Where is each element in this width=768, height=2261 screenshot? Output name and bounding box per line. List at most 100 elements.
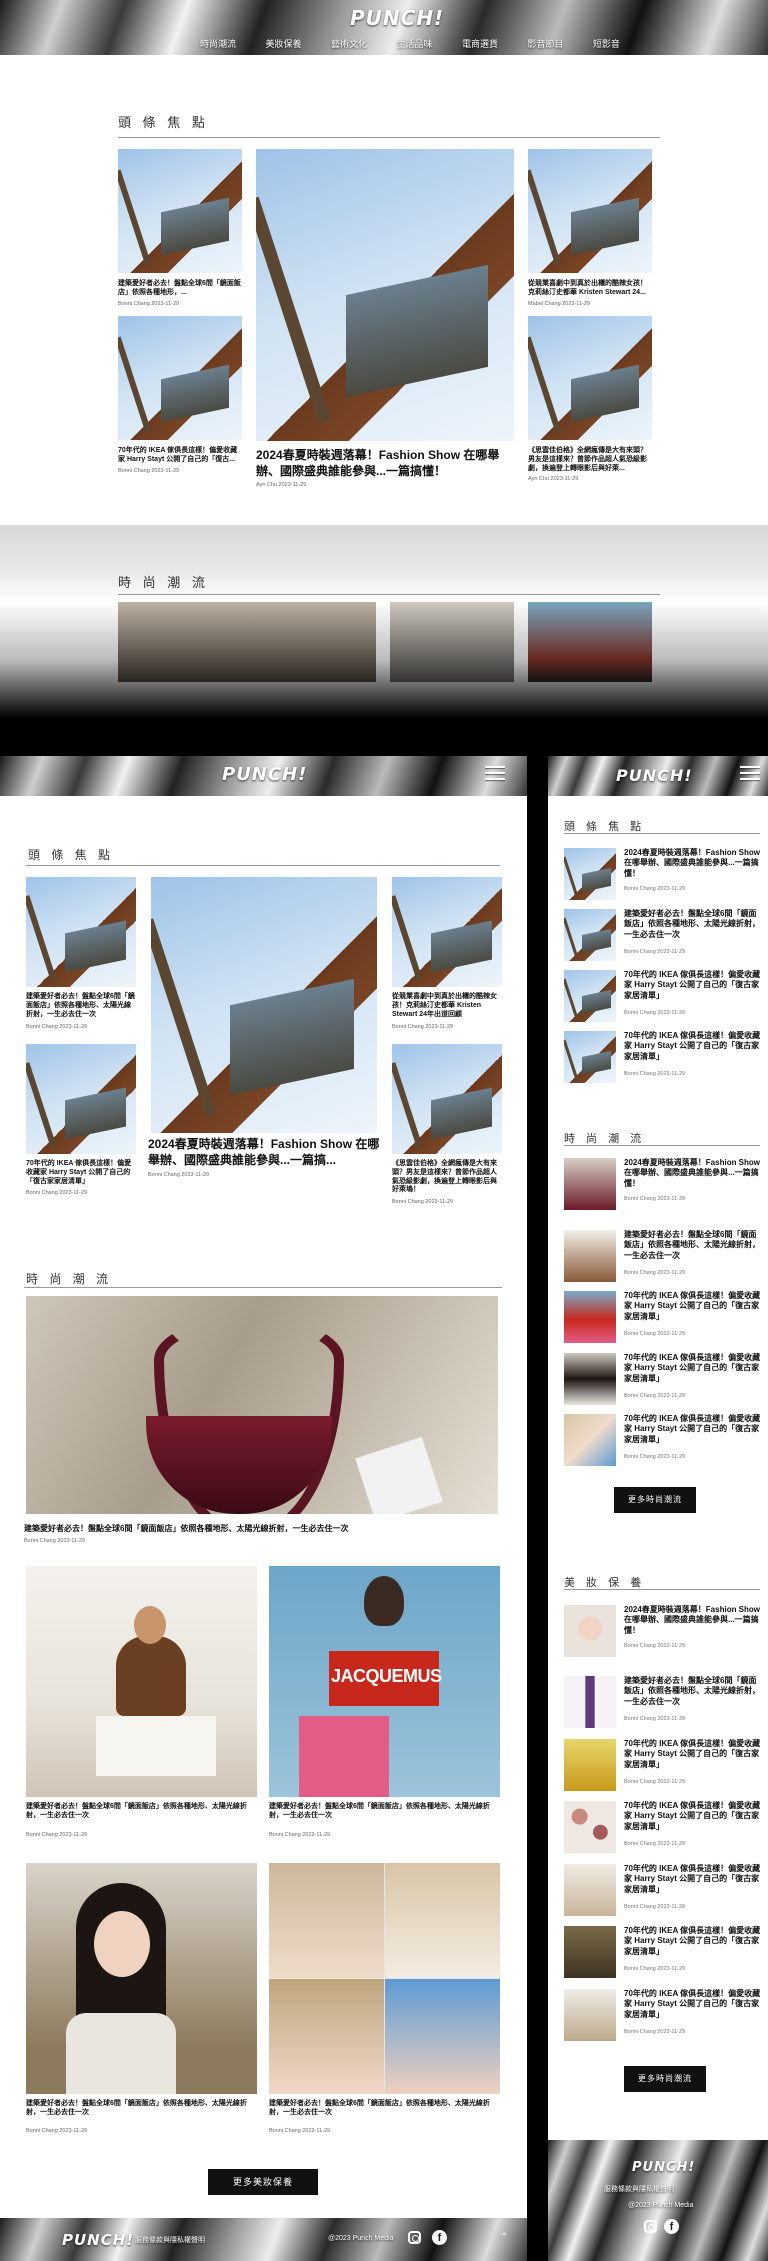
article-title[interactable]: 70年代的 IKEA 傢俱長這樣！偏愛收藏家 Harry Stayt 公開了自己… <box>26 1160 136 1186</box>
box-shape <box>355 1436 443 1514</box>
article-title[interactable]: 建築愛好者必去！盤點全球6間「鏡面飯店」依照各種地形、太陽光線折射，一生必去住一… <box>269 2100 500 2118</box>
article-title[interactable]: 70年代的 IKEA 傢俱長這樣！偏愛收藏家 Harry Stayt 公開了自己… <box>624 1926 762 1957</box>
footer-logo[interactable]: PUNCH! <box>632 2160 695 2175</box>
more-beauty-button[interactable]: 更多美妝保養 <box>208 2169 318 2195</box>
thumb-image[interactable] <box>564 970 616 1022</box>
article-image[interactable] <box>26 1566 257 1797</box>
article-title[interactable]: 從競業喜劇中到真於出櫃的酷辣女孩！克莉絲汀史都華 Kristen Stewart… <box>392 993 502 1019</box>
nav-item[interactable]: 美妝保養 <box>265 37 301 50</box>
article-meta: Mabel Chang 2023-11-29 <box>528 301 590 307</box>
article-title[interactable]: 70年代的 IKEA 傢俱長這樣！偏愛收藏家 Harry Stayt 公開了自己… <box>624 1291 762 1322</box>
thumb-image[interactable] <box>564 1605 616 1657</box>
article-image[interactable] <box>269 1863 500 2094</box>
featured-article-title[interactable]: 2024春夏時裝週落幕！Fashion Show 在哪舉辦、國際盛典誰能參與..… <box>148 1137 380 1168</box>
nav-item[interactable]: 生活品味 <box>396 37 432 50</box>
collage-tile <box>269 1979 384 2094</box>
thumb-image[interactable] <box>564 1801 616 1853</box>
more-fashion-button[interactable]: 更多時尚潮流 <box>614 1487 696 1513</box>
footer-terms-link[interactable]: 服務條款與隱私權聲明 <box>135 2235 205 2245</box>
instagram-icon[interactable] <box>644 2220 657 2233</box>
article-title[interactable]: 70年代的 IKEA 傢俱長這樣！偏愛收藏家 Harry Stayt 公開了自己… <box>624 1031 762 1062</box>
thumb-image[interactable] <box>564 1926 616 1978</box>
site-logo[interactable]: PUNCH! <box>222 764 307 785</box>
featured-article-title[interactable]: 2024春夏時裝週落幕！Fashion Show 在哪舉辦、國際盛典誰能參與..… <box>256 447 514 479</box>
nav-item[interactable]: 影音節目 <box>527 37 563 50</box>
article-image[interactable] <box>118 316 242 440</box>
nav-item[interactable]: 短影音 <box>593 37 620 50</box>
facebook-icon[interactable]: f <box>432 2230 447 2245</box>
instagram-icon[interactable] <box>408 2231 421 2244</box>
article-image[interactable] <box>26 1044 136 1154</box>
thumb-image[interactable] <box>564 1414 616 1466</box>
section-title-headline: 頭 條 焦 點 <box>118 115 209 130</box>
featured-article-image[interactable] <box>151 877 377 1133</box>
chevron-up-icon[interactable]: ⌃ <box>500 2232 508 2243</box>
article-image[interactable] <box>528 602 652 682</box>
facebook-icon[interactable]: f <box>664 2219 679 2234</box>
article-title[interactable]: 70年代的 IKEA 傢俱長這樣！偏愛收藏家 Harry Stayt 公開了自己… <box>118 447 242 465</box>
article-title[interactable]: 建築愛好者必去！盤點全球6間「鏡面飯店」依照各種地形、太陽光線折射，一生必去住一… <box>26 1803 257 1821</box>
thumb-image[interactable] <box>564 1230 616 1282</box>
article-title[interactable]: 建築愛好者必去！盤點全球6間「鏡面飯店」依照各種地形、太陽光線折射，一生必去住一… <box>269 1803 500 1821</box>
article-title[interactable]: 從競業喜劇中到真於出櫃的酷辣女孩！克莉絲汀史都華 Kristen Stewart… <box>528 280 652 298</box>
section-title-headline: 頭 條 焦 點 <box>564 821 646 833</box>
site-logo[interactable]: PUNCH! <box>350 6 444 30</box>
article-title[interactable]: 建築愛好者必去！盤點全球6間「鏡面飯店」依照各種地形、太陽光線折射，一生必去住一… <box>26 993 136 1019</box>
article-title[interactable]: 建築愛好者必去！盤點全球6間「鏡面飯店」依照各種地形、太陽光線折射，一生必去住一… <box>624 1676 762 1707</box>
thumb-image[interactable] <box>564 1864 616 1916</box>
article-image[interactable] <box>118 602 376 682</box>
thumb-image[interactable] <box>564 848 616 900</box>
thumb-image[interactable] <box>564 1989 616 2041</box>
divider <box>564 1589 760 1590</box>
article-title[interactable]: 建築愛好者必去！盤點全球6間「鏡面飯店」依照各種地形、太陽光線折射，一生必去住一… <box>624 909 762 940</box>
article-title[interactable]: 70年代的 IKEA 傢俱長這樣！偏愛收藏家 Harry Stayt 公開了自己… <box>624 1989 762 2020</box>
article-title[interactable]: 建築愛好者必去！盤點全球6間「鏡面飯店」依照各種地形，... <box>118 280 242 298</box>
article-title[interactable]: 70年代的 IKEA 傢俱長這樣！偏愛收藏家 Harry Stayt 公開了自己… <box>624 1353 762 1384</box>
menu-icon[interactable] <box>740 762 760 784</box>
menu-icon[interactable] <box>485 762 505 784</box>
more-beauty-button[interactable]: 更多時尚潮流 <box>624 2066 706 2092</box>
nav-item[interactable]: 電商選貨 <box>462 37 498 50</box>
article-title[interactable]: 《思雲佳伯格》全網瘋傳是大有來頭？男友是這樣來？曾節作品超人氣恐級影劇，換遍登上… <box>528 447 652 473</box>
article-title[interactable]: 《思雲佳伯格》全網瘋傳是大有來頭？男友是這樣來？曾節作品超人氣恐級影劇，換遍登上… <box>392 1160 502 1195</box>
article-image[interactable] <box>392 877 502 987</box>
site-logo[interactable]: PUNCH! <box>616 766 693 785</box>
article-image[interactable] <box>528 149 652 273</box>
article-image[interactable] <box>528 316 652 440</box>
article-title[interactable]: 70年代的 IKEA 傢俱長這樣！偏愛收藏家 Harry Stayt 公開了自己… <box>624 1414 762 1445</box>
article-title[interactable]: 70年代的 IKEA 傢俱長這樣！偏愛收藏家 Harry Stayt 公開了自己… <box>624 1864 762 1895</box>
article-image[interactable] <box>26 1863 257 2094</box>
article-image[interactable] <box>118 149 242 273</box>
featured-article-title[interactable]: 建築愛好者必去！盤點全球6間「鏡面飯店」依照各種地形、太陽光線折射，一生必去住一… <box>24 1524 504 1534</box>
article-image[interactable] <box>390 602 514 682</box>
article-title[interactable]: 建築愛好者必去！盤點全球6間「鏡面飯店」依照各種地形、太陽光線折射，一生必去住一… <box>624 1230 762 1261</box>
featured-article-image[interactable] <box>26 1296 498 1514</box>
article-title[interactable]: 2024春夏時裝週落幕！Fashion Show 在哪舉辦、國際盛典誰能參與..… <box>624 848 762 879</box>
article-image[interactable] <box>392 1044 502 1154</box>
article-title[interactable]: 70年代的 IKEA 傢俱長這樣！偏愛收藏家 Harry Stayt 公開了自己… <box>624 1801 762 1832</box>
thumb-image[interactable] <box>564 909 616 961</box>
article-meta: Ayn Chu 2023-11-29 <box>256 482 307 488</box>
thumb-image[interactable] <box>564 1158 616 1210</box>
article-title[interactable]: 2024春夏時裝週落幕！Fashion Show 在哪舉辦、國際盛典誰能參與..… <box>624 1158 762 1189</box>
thumb-image[interactable] <box>564 1291 616 1343</box>
nav-item[interactable]: 時尚潮流 <box>200 37 236 50</box>
thumb-image[interactable] <box>564 1031 616 1083</box>
footer-logo[interactable]: PUNCH! <box>62 2231 134 2249</box>
person-head <box>364 1576 404 1626</box>
article-meta: Bonni Chang 2023-11-29 <box>624 1966 686 1972</box>
thumb-image[interactable] <box>564 1739 616 1791</box>
article-image[interactable] <box>26 877 136 987</box>
desktop-view: PUNCH! 時尚潮流 美妝保養 藝術文化 生活品味 電商選貨 影音節目 短影音… <box>0 0 768 718</box>
footer-terms-link[interactable]: 服務條款與隱私權聲明 <box>604 2184 674 2194</box>
article-title[interactable]: 70年代的 IKEA 傢俱長這樣！偏愛收藏家 Harry Stayt 公開了自己… <box>624 970 762 1001</box>
article-title[interactable]: 70年代的 IKEA 傢俱長這樣！偏愛收藏家 Harry Stayt 公開了自己… <box>624 1739 762 1770</box>
article-title[interactable]: 建築愛好者必去！盤點全球6間「鏡面飯店」依照各種地形、太陽光線折射，一生必去住一… <box>26 2100 257 2118</box>
thumb-image[interactable] <box>564 1353 616 1405</box>
featured-article-image[interactable] <box>256 149 514 441</box>
thumb-image[interactable] <box>564 1676 616 1728</box>
nav-item[interactable]: 藝術文化 <box>331 37 367 50</box>
article-image[interactable]: JACQUEMUS <box>269 1566 500 1797</box>
article-title[interactable]: 2024春夏時裝週落幕！Fashion Show 在哪舉辦、國際盛典誰能參與..… <box>624 1605 762 1636</box>
divider <box>26 865 500 866</box>
